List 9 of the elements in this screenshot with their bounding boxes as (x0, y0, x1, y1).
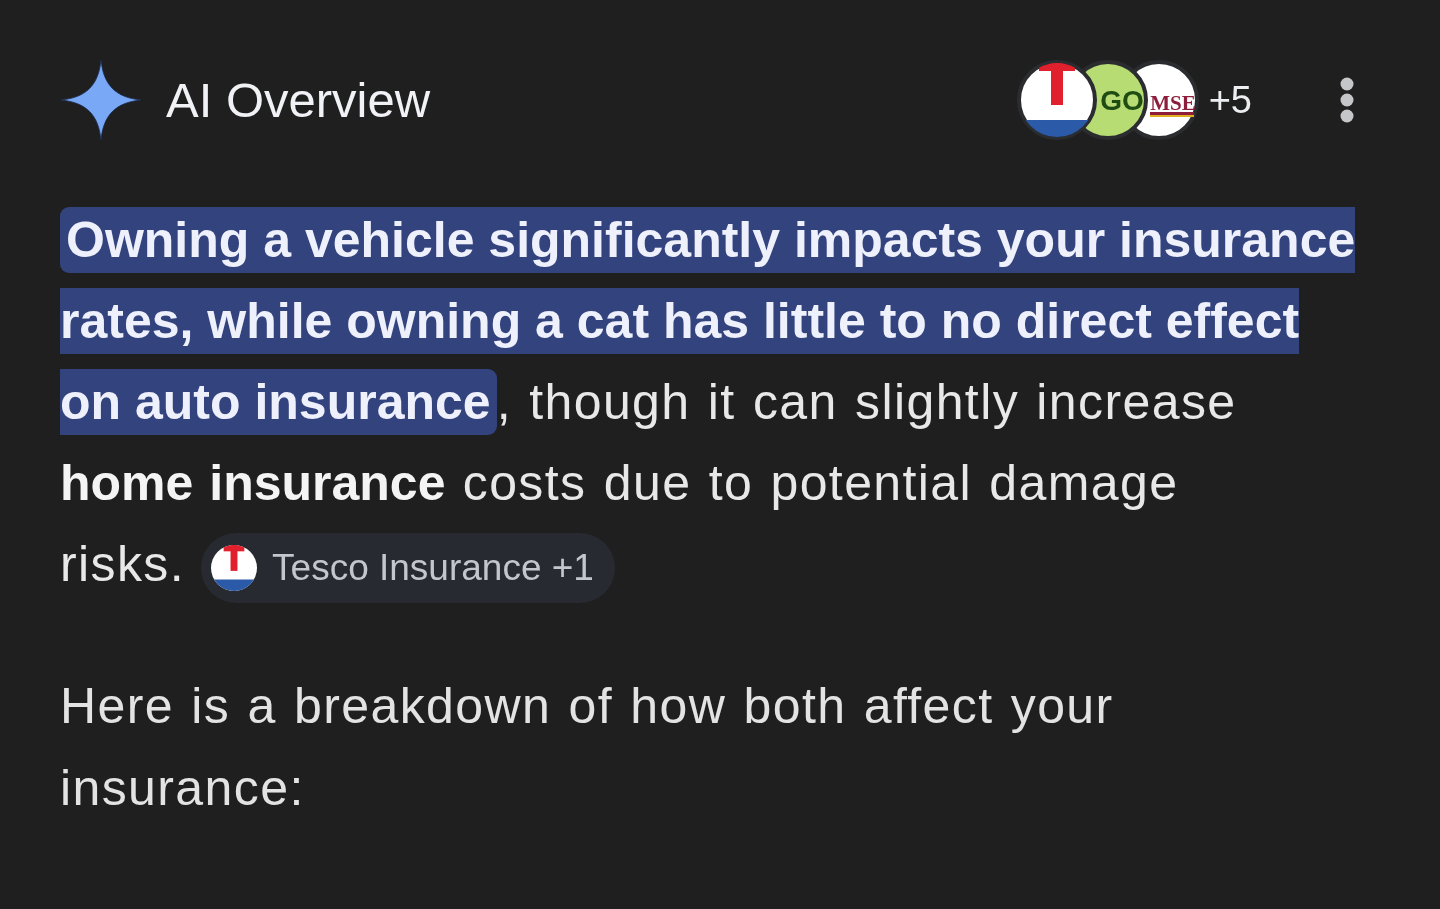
t-logo-icon (211, 544, 258, 591)
source-chip[interactable]: Tesco Insurance +1 (201, 532, 615, 603)
more-options-button[interactable] (1340, 77, 1354, 123)
more-sources-count[interactable]: +5 (1208, 78, 1252, 122)
source-logos[interactable]: GO MSE (1016, 60, 1199, 140)
breakdown-intro: Here is a breakdown of how both affect your insurance: (60, 677, 1115, 818)
sparkle-icon (60, 59, 142, 141)
more-vert-icon (1340, 77, 1354, 123)
overview-title: AI Overview (166, 72, 431, 128)
